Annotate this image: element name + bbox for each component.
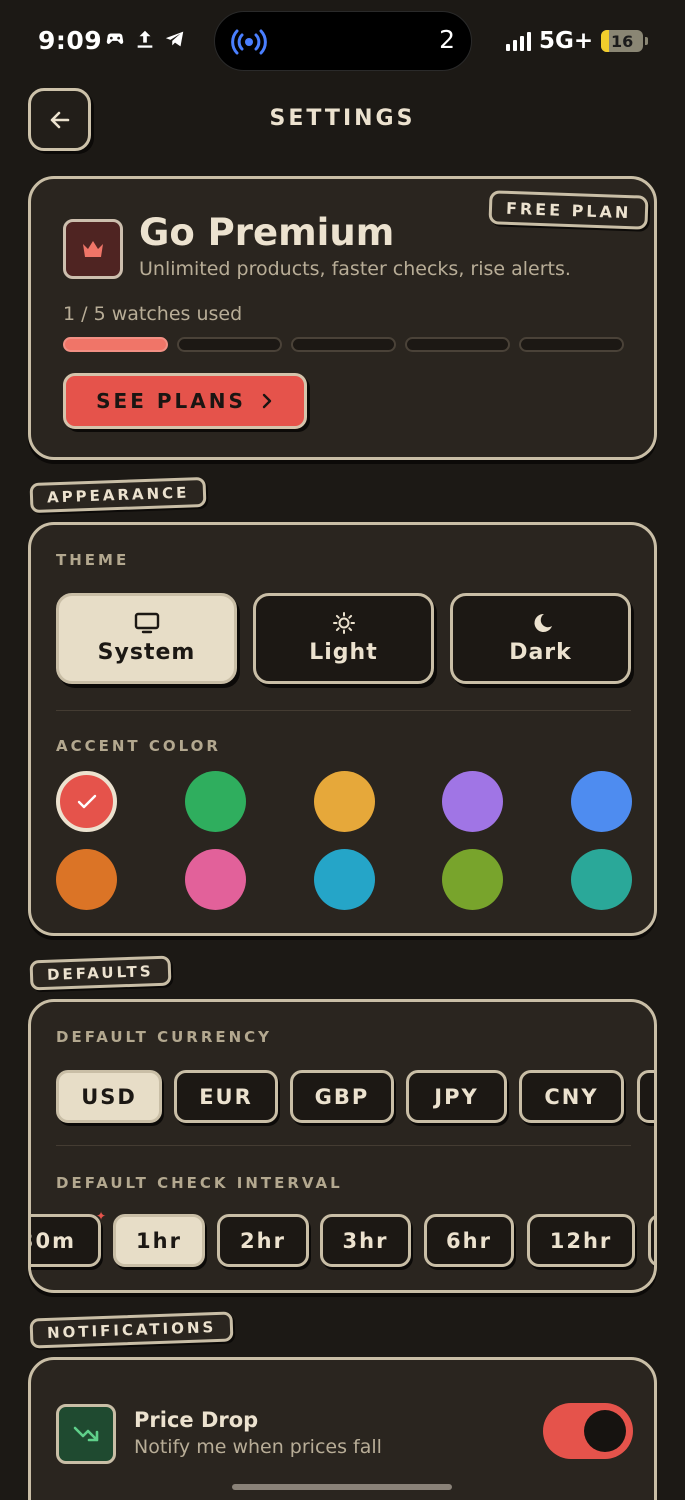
currency-chip[interactable]: JPY	[406, 1070, 507, 1123]
accent-color-label: ACCENT COLOR	[56, 737, 221, 755]
section-label-appearance: APPEARANCE	[29, 476, 207, 514]
usage-segment	[519, 337, 624, 352]
appearance-divider	[56, 710, 631, 711]
price-drop-title: Price Drop	[134, 1408, 259, 1432]
check-icon	[77, 794, 96, 808]
accent-swatch[interactable]	[314, 771, 375, 832]
battery-level: 16	[611, 31, 634, 51]
usage-segment	[291, 337, 396, 352]
interval-chip[interactable]: 6hr	[424, 1214, 514, 1267]
status-right: 5G+ 16	[506, 28, 649, 54]
usage-progress	[63, 337, 624, 352]
moon-icon	[534, 613, 552, 632]
sun-icon	[332, 612, 355, 634]
network-type: 5G+	[539, 28, 594, 54]
interval-chip[interactable]: 30m	[31, 1214, 101, 1267]
currency-chip[interactable]: CNY	[519, 1070, 624, 1123]
default-currency-label: DEFAULT CURRENCY	[56, 1028, 273, 1046]
game-controller-icon	[106, 33, 124, 44]
usage-segment	[177, 337, 282, 352]
defaults-divider	[56, 1145, 631, 1146]
accent-swatch[interactable]	[185, 849, 246, 910]
see-plans-label: SEE PLANS	[96, 389, 246, 413]
theme-option-dark[interactable]: Dark	[450, 593, 631, 684]
accent-swatch[interactable]	[56, 771, 117, 832]
notifications-card: Price Drop Notify me when prices fall	[28, 1357, 657, 1500]
appearance-card: THEME System Light Dark ACCENT COLOR	[28, 522, 657, 936]
theme-label-light: Light	[309, 640, 378, 665]
battery-tip	[645, 37, 649, 45]
price-drop-subtitle: Notify me when prices fall	[134, 1436, 382, 1458]
accent-swatch[interactable]	[442, 771, 503, 832]
toggle-knob	[584, 1410, 626, 1452]
theme-label-dark: Dark	[509, 640, 572, 665]
dynamic-island[interactable]: 2	[214, 11, 472, 71]
default-interval-label: DEFAULT CHECK INTERVAL	[56, 1174, 343, 1192]
accent-swatch[interactable]	[185, 771, 246, 832]
status-bar: 9:09 2 5G+ 16	[0, 0, 685, 80]
accent-swatch[interactable]	[571, 849, 632, 910]
premium-subtitle: Unlimited products, faster checks, rise …	[139, 258, 571, 280]
theme-option-system[interactable]: System	[56, 593, 237, 684]
accent-swatch[interactable]	[442, 849, 503, 910]
premium-card: FREE PLAN Go Premium Unlimited products,…	[28, 176, 657, 460]
interval-chip[interactable]: 2hr	[217, 1214, 309, 1267]
currency-chip[interactable]: USD	[56, 1070, 162, 1123]
status-notification-icons	[104, 28, 186, 50]
usage-text: 1 / 5 watches used	[63, 303, 243, 325]
interval-chip[interactable]: 12hr	[527, 1214, 635, 1267]
interval-chip-partial[interactable]	[648, 1214, 654, 1267]
broadcast-icon	[231, 29, 267, 55]
theme-option-light[interactable]: Light	[253, 593, 434, 684]
theme-label-system: System	[97, 640, 196, 665]
defaults-card: DEFAULT CURRENCY USD EUR GBP JPY CNY DEFAULT…	[28, 999, 657, 1293]
chevron-right-icon	[262, 393, 272, 409]
see-plans-button[interactable]: SEE PLANS	[63, 373, 307, 429]
battery-icon: 16	[601, 30, 644, 52]
telegram-icon	[165, 31, 184, 47]
accent-swatch[interactable]	[314, 849, 375, 910]
interval-chip[interactable]: 1hr	[113, 1214, 205, 1267]
currency-chip[interactable]: EUR	[174, 1070, 278, 1123]
section-label-notifications: NOTIFICATIONS	[29, 1311, 234, 1349]
premium-title: Go Premium	[139, 211, 395, 254]
theme-label: THEME	[56, 551, 130, 569]
section-label-defaults: DEFAULTS	[29, 955, 172, 991]
accent-swatch[interactable]	[571, 771, 632, 832]
interval-chip[interactable]: 3hr	[320, 1214, 411, 1267]
usage-segment	[405, 337, 510, 352]
currency-chip[interactable]: GBP	[290, 1070, 394, 1123]
crown-icon-box	[63, 219, 123, 279]
home-indicator[interactable]	[232, 1484, 452, 1490]
status-time: 9:09	[38, 26, 103, 55]
crown-icon	[83, 241, 103, 257]
accent-swatch[interactable]	[56, 849, 117, 910]
page-title: SETTINGS	[269, 106, 416, 131]
monitor-icon	[134, 612, 159, 634]
free-plan-badge: FREE PLAN	[488, 190, 649, 230]
signal-icon	[506, 31, 531, 51]
price-drop-toggle[interactable]	[543, 1403, 633, 1459]
price-drop-icon-box	[56, 1404, 116, 1464]
usage-segment	[63, 337, 168, 352]
island-count: 2	[439, 25, 455, 54]
currency-chip-partial[interactable]	[637, 1070, 654, 1123]
upload-icon	[137, 30, 153, 48]
trending-down-icon	[73, 1426, 99, 1442]
